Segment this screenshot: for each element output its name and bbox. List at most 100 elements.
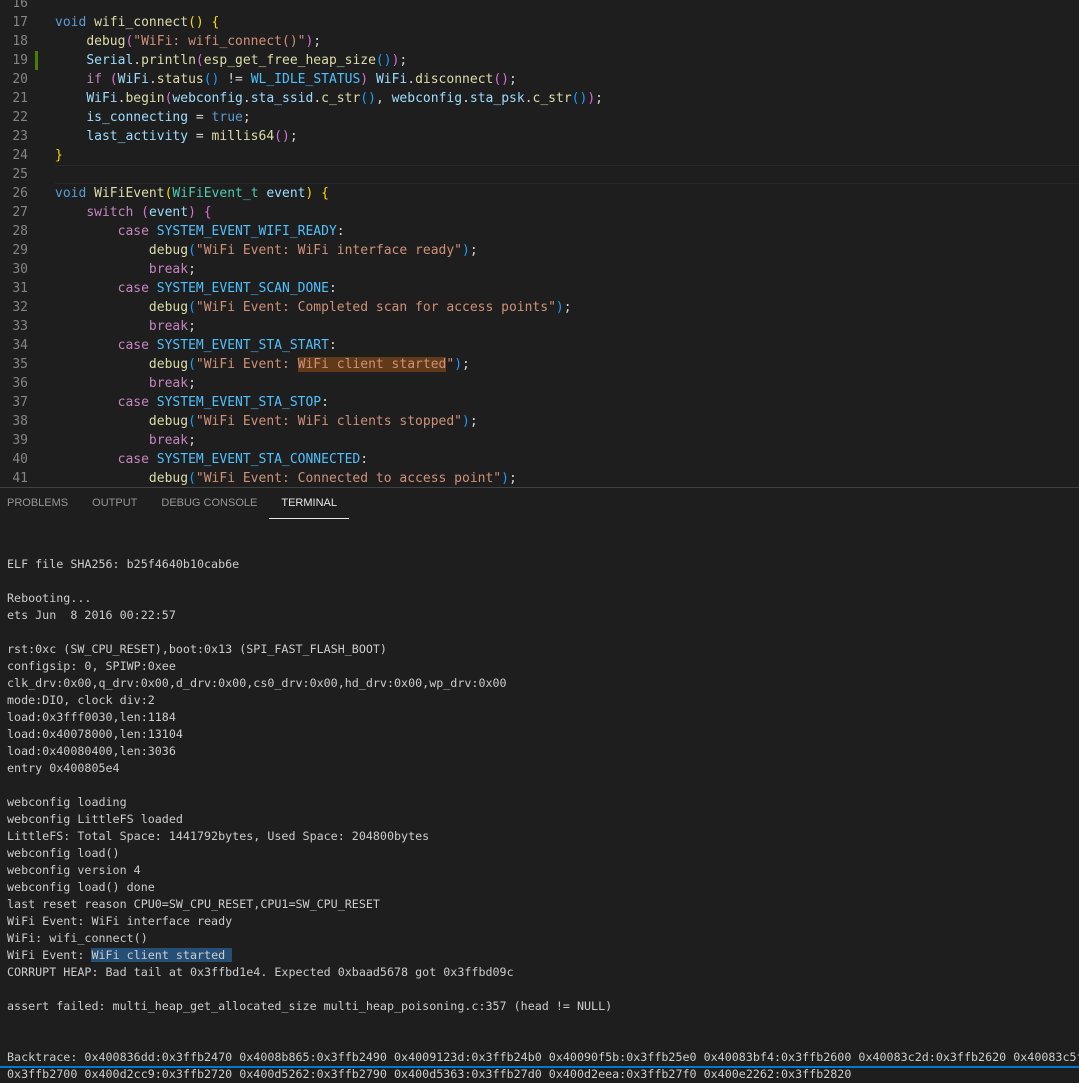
code-line[interactable]: 29 debug("WiFi Event: WiFi interface rea… [0,241,1079,260]
code-token [149,395,157,410]
code-token [55,262,149,277]
code-token [55,471,149,486]
tab-terminal[interactable]: TERMINAL [269,488,349,519]
code-line[interactable]: 36 break; [0,374,1079,393]
code-token: Serial [86,53,133,68]
code-line[interactable]: 37 case SYSTEM_EVENT_STA_STOP: [0,393,1079,412]
code-token [149,224,157,239]
code-token: { [204,205,212,220]
code-token: break [149,319,188,334]
code-token: . [313,91,321,106]
code-line[interactable]: 16 [0,0,1079,13]
code-text: case SYSTEM_EVENT_STA_CONNECTED: [55,450,368,469]
code-line[interactable]: 22 is_connecting = true; [0,108,1079,127]
code-token [55,357,149,372]
code-token: println [141,53,196,68]
code-token: ; [462,357,470,372]
code-token: ; [290,129,298,144]
code-text: debug("WiFi Event: WiFi interface ready"… [55,241,478,260]
code-line[interactable]: 27 switch (event) { [0,203,1079,222]
code-line[interactable]: 28 case SYSTEM_EVENT_WIFI_READY: [0,222,1079,241]
code-text: last_activity = millis64(); [55,127,298,146]
code-token: ; [470,414,478,429]
code-line[interactable]: 39 break; [0,431,1079,450]
code-line[interactable]: 23 last_activity = millis64(); [0,127,1079,146]
code-token: debug [86,34,125,49]
code-line[interactable]: 30 break; [0,260,1079,279]
code-token: ) [462,414,470,429]
code-token: ; [595,91,603,106]
code-token: ; [243,110,251,125]
line-number: 28 [0,222,28,241]
code-token: ( [141,205,149,220]
code-token: : [360,452,368,467]
code-token [368,72,376,87]
code-token: () [274,129,290,144]
code-token [102,72,110,87]
code-token [196,205,204,220]
code-token: SYSTEM_EVENT_STA_STOP [157,395,321,410]
code-line[interactable]: 24} [0,146,1079,165]
code-text: break; [55,374,196,393]
code-line[interactable]: 31 case SYSTEM_EVENT_SCAN_DONE: [0,279,1079,298]
code-token: c_str [321,91,360,106]
code-token: debug [149,471,188,486]
code-line[interactable]: 25 [0,165,1079,184]
code-token: sta_ssid [251,91,314,106]
code-line[interactable]: 38 debug("WiFi Event: WiFi clients stopp… [0,412,1079,431]
code-line[interactable]: 18 debug("WiFi: wifi_connect()"); [0,32,1079,51]
code-line[interactable]: 32 debug("WiFi Event: Completed scan for… [0,298,1079,317]
code-line[interactable]: 21 WiFi.begin(webconfig.sta_ssid.c_str()… [0,89,1079,108]
code-token: sta_psk [470,91,525,106]
line-number: 33 [0,317,28,336]
line-number: 37 [0,393,28,412]
code-token: ( [188,414,196,429]
code-token [86,186,94,201]
line-number: 17 [0,13,28,32]
code-token [55,129,86,144]
code-token: esp_get_free_heap_size [204,53,376,68]
code-line[interactable]: 41 debug("WiFi Event: Connected to acces… [0,469,1079,487]
code-line[interactable]: 26void WiFiEvent(WiFiEvent_t event) { [0,184,1079,203]
code-line[interactable]: 40 case SYSTEM_EVENT_STA_CONNECTED: [0,450,1079,469]
code-token: break [149,262,188,277]
tab-debug-console[interactable]: DEBUG CONSOLE [149,488,269,518]
code-token: case [118,338,149,353]
code-token: WiFiEvent [94,186,164,201]
code-line[interactable]: 17void wifi_connect() { [0,13,1079,32]
terminal-output[interactable]: ELF file SHA256: b25f4640b10cab6e Reboot… [7,539,1079,1083]
code-token [55,205,86,220]
code-token: ) [360,72,368,87]
code-token: ) [501,471,509,486]
tab-problems[interactable]: PROBLEMS [0,488,80,518]
code-text: break; [55,317,196,336]
line-number: 39 [0,431,28,450]
code-token: ) [454,357,462,372]
line-number: 40 [0,450,28,469]
code-token: ; [564,300,572,315]
code-token: SYSTEM_EVENT_SCAN_DONE [157,281,329,296]
code-token: () [376,53,392,68]
code-line[interactable]: 19 Serial.println(esp_get_free_heap_size… [0,51,1079,70]
code-text: debug("WiFi Event: WiFi client started")… [55,355,470,374]
code-line[interactable]: 35 debug("WiFi Event: WiFi client starte… [0,355,1079,374]
code-editor[interactable]: 1617void wifi_connect() {18 debug("WiFi:… [0,0,1079,487]
code-token [55,53,86,68]
code-line[interactable]: 34 case SYSTEM_EVENT_STA_START: [0,336,1079,355]
code-token: SYSTEM_EVENT_WIFI_READY [157,224,337,239]
code-line[interactable]: 20 if (WiFi.status() != WL_IDLE_STATUS) … [0,70,1079,89]
code-token [55,91,86,106]
line-number: 31 [0,279,28,298]
code-token: . [133,53,141,68]
code-token [55,243,149,258]
tab-output[interactable]: OUTPUT [80,488,149,518]
code-token [55,319,149,334]
line-number: 25 [0,165,28,184]
current-line-highlight [55,165,1079,184]
code-token: { [212,15,220,30]
line-number: 22 [0,108,28,127]
code-token: = [188,129,211,144]
code-line[interactable]: 33 break; [0,317,1079,336]
code-token: "WiFi Event: [196,357,298,372]
code-token [149,452,157,467]
